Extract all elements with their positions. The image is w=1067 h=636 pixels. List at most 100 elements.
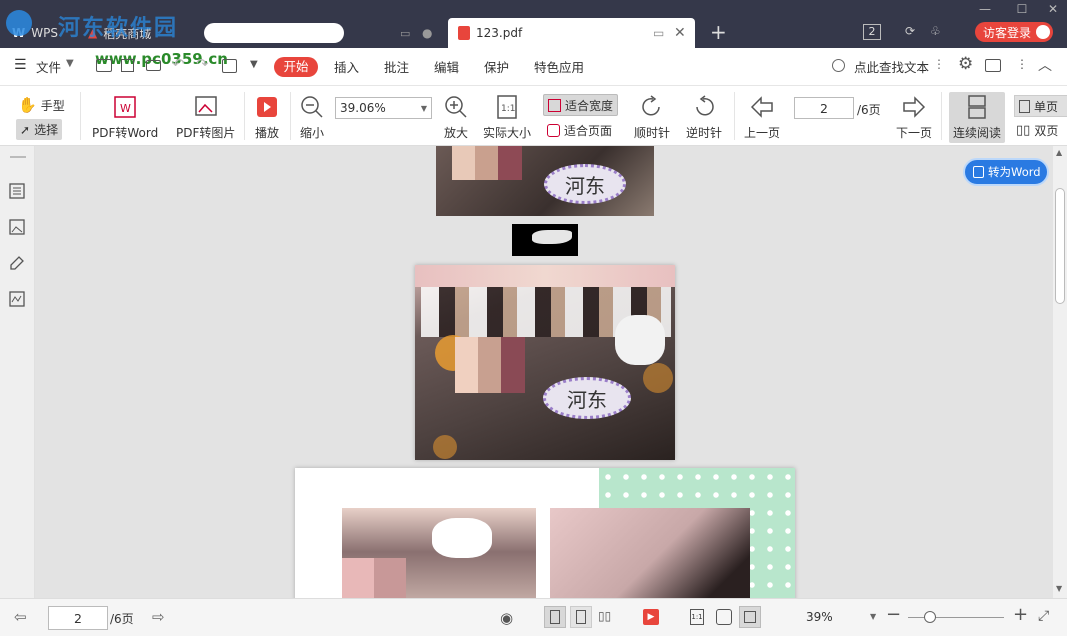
prev-page-label: 上一页: [744, 126, 781, 140]
fit-width-button[interactable]: 适合宽度: [543, 94, 619, 116]
menu-start[interactable]: 开始: [274, 57, 318, 77]
rotate-clockwise-button[interactable]: 顺时针: [634, 94, 670, 141]
zoom-in-button[interactable]: 放大: [443, 94, 469, 141]
kebab-icon[interactable]: ⋮: [933, 57, 945, 71]
menu-protect[interactable]: 保护: [484, 57, 509, 76]
skin-icon[interactable]: ♧: [930, 24, 941, 38]
prev-page-button[interactable]: 上一页: [744, 94, 780, 141]
login-button[interactable]: 访客登录: [975, 22, 1053, 42]
login-label: 访客登录: [983, 25, 1032, 40]
settings-gear-icon[interactable]: ⚙: [958, 54, 973, 74]
play-icon[interactable]: ▶: [643, 609, 659, 625]
device-icon[interactable]: ▭: [400, 27, 410, 40]
fit-page-label: 适合页面: [564, 124, 613, 138]
menu-annotate[interactable]: 批注: [384, 57, 409, 76]
vertical-scrollbar[interactable]: ▲ ▼: [1053, 146, 1067, 598]
zoom-out-icon: [301, 96, 323, 118]
zoom-percent[interactable]: 39%: [806, 610, 833, 624]
left-sidebar: [0, 146, 35, 598]
zoom-slider-handle[interactable]: [924, 611, 936, 623]
fit-width-icon[interactable]: [739, 606, 761, 628]
cursor-icon: ➚: [20, 122, 31, 137]
collapse-chevron-icon[interactable]: ︿: [1038, 55, 1052, 75]
tab-blurred[interactable]: ▭ ●: [200, 18, 440, 48]
maximize-icon[interactable]: ☐: [1012, 2, 1032, 16]
more-vertical-icon[interactable]: ⋮: [1016, 57, 1028, 71]
menu-file[interactable]: 文件: [36, 57, 61, 76]
continuous-view-icon[interactable]: [544, 606, 566, 628]
actual-size-icon[interactable]: 1:1: [690, 609, 704, 625]
fit-page-icon[interactable]: [716, 609, 732, 625]
search-icon[interactable]: [832, 59, 845, 72]
menu-insert[interactable]: 插入: [334, 57, 359, 76]
select-tool[interactable]: ➚ 选择: [16, 119, 63, 140]
pdf-to-image-button[interactable]: PDF转图片: [176, 94, 235, 141]
minimize-icon[interactable]: —: [975, 2, 995, 16]
page-number-input[interactable]: 2: [794, 97, 854, 119]
pdf-to-image-icon: [194, 96, 217, 116]
select-label: 选择: [34, 123, 59, 137]
convert-icon: [973, 166, 984, 178]
zoom-select[interactable]: 39.06% ▼: [335, 97, 432, 119]
undo-icon[interactable]: ↶: [172, 55, 185, 73]
actual-size-button[interactable]: 1:1 实际大小: [483, 94, 531, 141]
hand-label: 手型: [40, 98, 65, 113]
hamburger-icon[interactable]: ☰: [14, 57, 27, 73]
continuous-read-icon: [968, 95, 986, 119]
single-view-icon[interactable]: [570, 606, 592, 628]
zoom-out-button[interactable]: 缩小: [299, 94, 325, 141]
print-icon[interactable]: [146, 60, 161, 71]
next-page-icon[interactable]: ⇨: [152, 608, 165, 626]
rotate-counterclockwise-button[interactable]: 逆时针: [686, 94, 722, 141]
feedback-icon[interactable]: [985, 59, 1001, 72]
document-view[interactable]: 河东 河东 转为Word: [36, 146, 1053, 598]
zoom-slider[interactable]: [908, 617, 1004, 618]
outline-icon[interactable]: [8, 182, 26, 200]
page-strip: [512, 224, 578, 256]
thumbnail-icon[interactable]: [8, 218, 26, 236]
prev-page-icon[interactable]: ⇦: [14, 608, 27, 626]
continuous-label: 连续阅读: [953, 126, 1002, 140]
next-page-button[interactable]: 下一页: [896, 94, 932, 141]
play-button[interactable]: 播放: [255, 94, 279, 141]
open-folder-icon[interactable]: [96, 59, 112, 72]
tab-123-pdf[interactable]: 123.pdf ▭ ✕: [448, 18, 695, 48]
close-window-icon[interactable]: ✕: [1043, 2, 1063, 16]
window-icon[interactable]: ▭: [653, 26, 664, 40]
image-tool-icon[interactable]: [222, 59, 237, 73]
redo-icon[interactable]: ↷: [196, 55, 209, 73]
play-label: 播放: [255, 126, 280, 140]
close-tab-icon[interactable]: ✕: [674, 25, 686, 41]
page-count-badge[interactable]: 2: [863, 24, 881, 40]
hand-tool[interactable]: ✋ 手型: [18, 96, 65, 114]
annotation-icon[interactable]: [8, 254, 26, 272]
signature-icon[interactable]: [8, 290, 26, 308]
zoom-out-icon[interactable]: −: [886, 604, 901, 625]
convert-to-word-button[interactable]: 转为Word: [963, 158, 1049, 186]
eye-icon[interactable]: ◉: [500, 609, 513, 627]
double-view-icon[interactable]: ▯▯: [598, 609, 611, 623]
pixel-mosaic: [452, 146, 522, 180]
fullscreen-icon[interactable]: ⤢: [1038, 608, 1049, 624]
double-page-button[interactable]: ▯▯ 双页: [1016, 122, 1067, 139]
menu-edit[interactable]: 编辑: [434, 57, 459, 76]
save-icon[interactable]: [121, 59, 134, 72]
scroll-thumb[interactable]: [1055, 188, 1065, 304]
zoom-in-icon[interactable]: +: [1013, 604, 1028, 625]
new-tab-button[interactable]: +: [710, 20, 727, 44]
status-page-input[interactable]: 2: [48, 606, 108, 630]
arrow-left-icon: [750, 96, 773, 118]
scroll-down-icon[interactable]: ▼: [1056, 584, 1062, 593]
clockwise-label: 顺时针: [634, 126, 671, 140]
search-text-button[interactable]: 点此查找文本: [854, 57, 929, 76]
fit-page-button[interactable]: 适合页面: [547, 122, 612, 139]
sync-icon[interactable]: ⟳: [905, 24, 915, 38]
more-icon[interactable]: ▼: [250, 59, 258, 70]
single-page-button[interactable]: 单页: [1014, 95, 1067, 117]
continuous-read-button[interactable]: 连续阅读: [949, 92, 1006, 143]
chevron-down-icon[interactable]: ▼: [870, 612, 876, 621]
chevron-down-icon[interactable]: ▼: [66, 58, 74, 69]
scroll-up-icon[interactable]: ▲: [1056, 148, 1062, 157]
pdf-to-word-button[interactable]: W PDF转Word: [92, 94, 158, 141]
menu-special[interactable]: 特色应用: [534, 57, 584, 76]
